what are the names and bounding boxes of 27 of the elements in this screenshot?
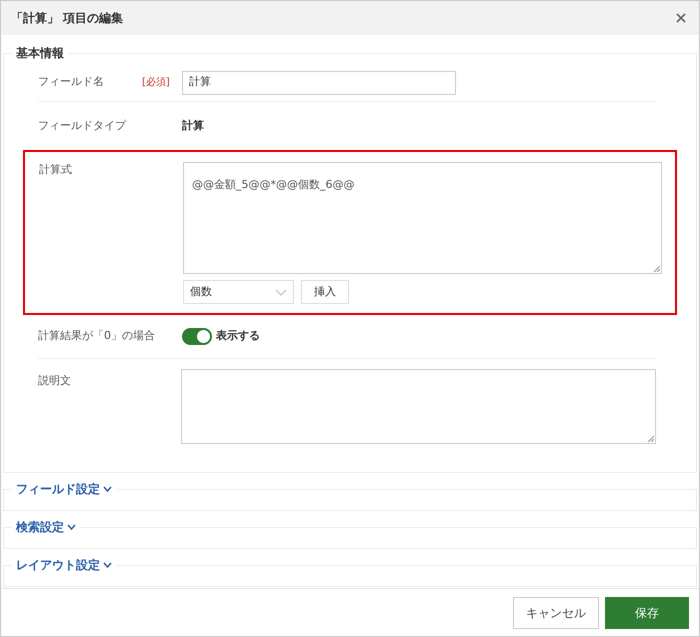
section-toggle[interactable]: フィールド設定 [12,480,116,498]
field-label: 説明文 [38,373,72,389]
resize-handle-icon[interactable] [653,265,660,272]
toggle-switch[interactable] [182,328,212,345]
save-button[interactable]: 保存 [605,596,689,628]
section-toggle[interactable]: レイアウト設定 [12,556,116,574]
chevron-down-icon [103,486,112,492]
field-type-value: 計算 [182,118,204,134]
chevron-down-icon [103,562,112,568]
field-label: フィールド名 [38,74,105,90]
field-label: フィールドタイプ [38,118,128,134]
field-select[interactable]: 個数 [183,280,294,304]
formula-textarea[interactable]: @@金額_5@@*@@個数_6@@ [183,162,662,274]
cancel-button[interactable]: キャンセル [513,596,599,628]
insert-button[interactable]: 挿入 [301,280,349,304]
field-name-input[interactable]: 計算 [182,70,456,94]
resize-handle-icon[interactable] [647,435,654,442]
section-toggle[interactable]: 検索設定 [12,518,80,536]
chevron-down-icon [275,288,287,296]
window-title: 「計算」 項目の編集 [11,10,124,27]
description-textarea[interactable] [180,369,656,444]
field-label: 計算結果が「0」の場合 [38,328,156,344]
section-title: 基本情報 [12,44,68,62]
toggle-label: 表示する [216,328,260,344]
required-mark: [必須] [142,76,171,90]
field-label: 計算式 [39,162,73,178]
chevron-down-icon [67,524,76,530]
